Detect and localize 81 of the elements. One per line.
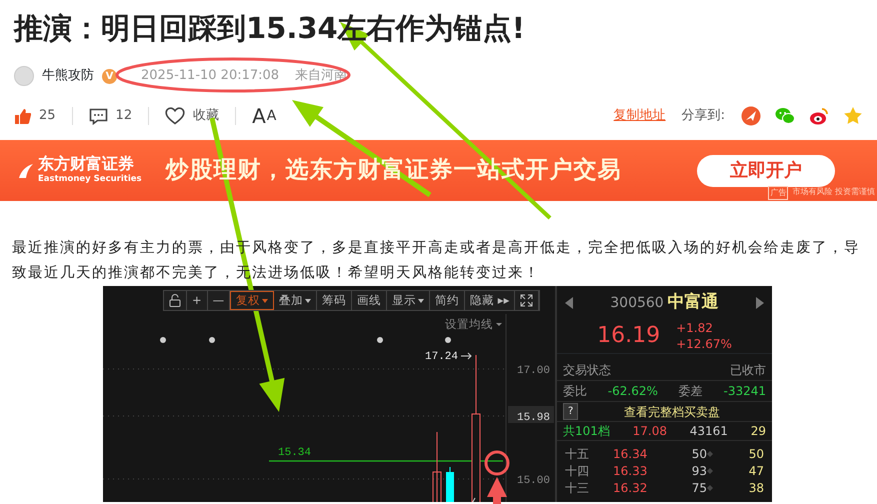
level-orders: 47	[748, 462, 764, 480]
like-button[interactable]: 25	[14, 106, 56, 126]
level-volume: 93	[690, 462, 707, 480]
toolbar-button[interactable]: +	[187, 291, 208, 310]
ratio-label: 委比	[563, 383, 587, 400]
order-ratio: -62.62%	[608, 383, 658, 400]
expand-icon	[520, 294, 534, 307]
thumbs-up-icon	[14, 108, 31, 124]
high-price-label: 17.24	[425, 351, 458, 363]
last-price: 16.19	[597, 322, 660, 350]
diff-label: 委差	[678, 383, 703, 400]
price-axis-label: 15.00	[516, 475, 550, 487]
stock-name: 中富通	[668, 291, 719, 314]
comment-button[interactable]: 12	[88, 106, 132, 126]
level-orders: 38	[748, 480, 764, 496]
publish-date: 2025-11-10 20:17:08	[141, 67, 280, 86]
comment-icon	[88, 108, 108, 124]
full-order-book-link[interactable]: 查看完整档买卖盘	[624, 402, 720, 420]
anchor-price-label: 15.34	[278, 447, 312, 459]
pointer-arrow-icon	[460, 352, 472, 360]
toolbar-button[interactable]: 显示	[387, 291, 430, 310]
depth-count: 共101档	[563, 423, 610, 440]
copy-link[interactable]: 复制地址	[614, 106, 666, 126]
price-axis-label: 17.00	[516, 365, 550, 377]
diamond-icon	[707, 450, 713, 456]
level-orders: 50	[748, 446, 764, 462]
level-label: 十五	[565, 446, 590, 462]
fullscreen-button[interactable]	[515, 291, 540, 310]
level-label: 十三	[565, 480, 590, 496]
toolbar-button[interactable]: 叠加	[274, 291, 318, 310]
share-circle-icon[interactable]	[741, 106, 761, 126]
diamond-icon	[707, 484, 713, 490]
level-volume: 75	[690, 480, 707, 496]
level-label: 十四	[565, 462, 590, 480]
share-label: 分享到:	[682, 107, 725, 126]
order-difference: -33241	[723, 383, 766, 400]
unlock-icon	[169, 294, 181, 307]
diamond-icon	[707, 468, 713, 474]
heart-icon	[165, 107, 186, 125]
logo-subtitle: Eastmoney Securities	[38, 173, 142, 186]
event-marker-icon	[160, 337, 166, 343]
eye-logo-icon[interactable]	[809, 106, 829, 126]
depth-price: 17.08	[632, 423, 668, 440]
annotation-arrow	[487, 477, 507, 504]
level-price: 16.33	[613, 462, 648, 480]
status-label: 交易状态	[563, 362, 611, 379]
event-marker-icon	[209, 337, 215, 343]
toolbar-button[interactable]: 筹码	[317, 291, 352, 310]
toolbar-button[interactable]: 画线	[352, 291, 388, 310]
price-change: +1.82	[676, 320, 714, 336]
author-name[interactable]: 牛熊攻防	[42, 66, 94, 86]
toolbar-button[interactable]: 简约	[430, 291, 466, 310]
toolbar-button[interactable]: 复权	[230, 291, 274, 310]
toolbar-button[interactable]: 隐藏 ▸▸	[465, 291, 516, 310]
help-button[interactable]: ?	[563, 403, 578, 420]
unlock-button[interactable]	[164, 291, 187, 310]
trading-status: 已收市	[730, 362, 766, 379]
next-arrow-icon[interactable]	[756, 297, 764, 309]
level-price: 16.32	[613, 480, 648, 496]
chat-bubbles-icon[interactable]	[775, 106, 795, 126]
depth-volume: 43161	[690, 423, 728, 440]
wing-logo-icon	[18, 162, 34, 178]
price-axis-label: 15.98	[516, 412, 550, 424]
level-price: 16.34	[613, 446, 648, 462]
event-marker-icon	[445, 337, 451, 343]
ad-disclaimer: 市场有风险 投资需谨慎	[792, 186, 875, 198]
stock-code: 300560	[610, 294, 664, 312]
prev-arrow-icon[interactable]	[565, 297, 573, 309]
level-volume: 50	[690, 446, 707, 462]
ad-tag: 广告	[768, 186, 788, 200]
ma-setting-label: 设置均线	[445, 317, 493, 331]
percent-change: +12.67%	[676, 336, 732, 352]
verified-badge: V	[102, 68, 117, 84]
depth-orders: 29	[750, 423, 766, 440]
caret-icon	[496, 323, 502, 326]
open-account-button[interactable]: 立即开户	[697, 154, 835, 186]
toolbar-button[interactable]: —	[208, 291, 230, 310]
star-icon[interactable]	[843, 106, 863, 126]
annotation-circle	[484, 450, 510, 476]
event-marker-icon	[377, 337, 383, 343]
logo-name: 东方财富证券	[38, 155, 135, 174]
